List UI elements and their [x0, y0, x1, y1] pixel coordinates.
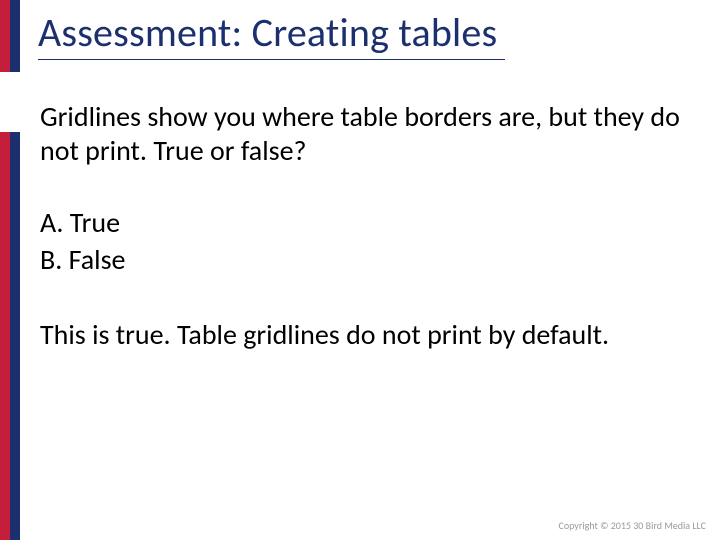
option-b: B. False: [40, 242, 680, 278]
question-text: Gridlines show you where table borders a…: [40, 100, 680, 167]
slide-body: Gridlines show you where table borders a…: [40, 100, 680, 352]
options-list: A. True B. False: [40, 205, 680, 278]
slide-title: Assessment: Creating tables: [38, 8, 505, 60]
side-stripe: [0, 0, 20, 540]
stripe-gap: [0, 72, 20, 132]
copyright-text: Copyright © 2015 30 Bird Media LLC: [559, 519, 707, 532]
option-a: A. True: [40, 205, 680, 241]
answer-text: This is true. Table gridlines do not pri…: [40, 318, 680, 352]
slide: Assessment: Creating tables Gridlines sh…: [0, 0, 720, 540]
